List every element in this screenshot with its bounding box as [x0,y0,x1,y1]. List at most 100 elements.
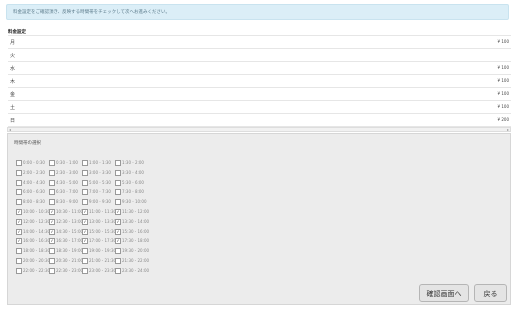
time-slot-item[interactable]: ✓ 17:00 - 17:30 [82,238,116,245]
time-slot-checkbox[interactable] [49,189,55,196]
time-slot-checkbox[interactable] [82,189,88,196]
time-slot-item[interactable]: ✓ 11:00 - 11:30 [82,208,116,215]
time-slot-checkbox[interactable]: ✓ [16,238,22,245]
time-slot-checkbox[interactable] [49,199,55,206]
time-slot-checkbox[interactable] [82,257,88,264]
time-slot-checkbox[interactable] [16,199,22,206]
time-slot-checkbox[interactable] [16,179,22,186]
time-slot-checkbox[interactable] [16,257,22,264]
time-slot-item[interactable]: 9:30 - 10:00 [115,199,148,206]
time-slot-item[interactable]: 19:00 - 19:30 [82,248,116,255]
time-slot-checkbox[interactable]: ✓ [115,228,121,235]
time-slot-item[interactable]: 18:00 - 18:30 [16,248,50,255]
time-slot-item[interactable]: ✓ 10:30 - 11:00 [49,208,83,215]
time-slot-checkbox[interactable] [16,169,22,176]
time-slot-checkbox[interactable] [49,169,55,176]
time-slot-item[interactable]: 1:30 - 2:00 [115,160,148,166]
time-slot-item[interactable]: 3:00 - 3:30 [82,169,115,176]
time-slot-item[interactable]: 0:00 - 0:30 [16,160,49,166]
time-slot-checkbox[interactable] [115,257,121,264]
time-slot-item[interactable]: 3:30 - 4:00 [115,169,148,176]
time-slot-item[interactable]: 7:00 - 7:30 [82,189,115,196]
time-slot-checkbox[interactable]: ✓ [82,238,88,245]
time-slot-item[interactable]: ✓ 15:30 - 16:00 [115,228,149,235]
time-slot-checkbox[interactable]: ✓ [16,208,22,215]
time-slot-item[interactable]: ✓ 16:30 - 17:00 [49,238,83,245]
time-slot-item[interactable]: 23:00 - 23:30 [82,267,116,274]
time-slot-item[interactable]: 20:30 - 21:00 [49,257,83,264]
time-slot-item[interactable]: 6:30 - 7:00 [49,189,82,196]
time-slot-item[interactable]: 4:30 - 5:00 [49,179,82,186]
time-slot-checkbox[interactable]: ✓ [49,238,55,245]
time-slot-item[interactable]: ✓ 13:30 - 14:00 [115,218,149,225]
time-slot-item[interactable]: ✓ 15:00 - 15:30 [82,228,116,235]
time-slot-item[interactable]: 21:00 - 21:30 [82,257,116,264]
time-slot-item[interactable]: 22:00 - 22:30 [16,267,50,274]
time-slot-checkbox[interactable] [82,160,88,166]
time-slot-checkbox[interactable] [49,179,55,186]
time-slot-checkbox[interactable]: ✓ [82,208,88,215]
time-slot-checkbox[interactable] [82,179,88,186]
time-slot-item[interactable]: ✓ 10:00 - 10:30 [16,208,50,215]
time-slot-checkbox[interactable] [82,248,88,255]
time-slot-checkbox[interactable] [16,248,22,255]
time-slot-checkbox[interactable]: ✓ [115,208,121,215]
time-slot-item[interactable]: ✓ 12:00 - 12:30 [16,218,50,225]
time-slot-item[interactable]: ✓ 17:30 - 18:00 [115,238,149,245]
time-slot-checkbox[interactable] [16,160,22,166]
time-slot-item[interactable]: 0:30 - 1:00 [49,160,82,166]
time-slot-item[interactable]: 18:30 - 19:00 [49,248,83,255]
time-slot-checkbox[interactable]: ✓ [49,228,55,235]
confirm-button[interactable]: 確認画面へ [419,284,469,302]
time-slot-checkbox[interactable] [115,248,121,255]
time-slot-checkbox[interactable]: ✓ [115,238,121,245]
time-slot-checkbox[interactable] [115,169,121,176]
scroll-left-icon[interactable]: ◂ [9,127,11,132]
time-slot-checkbox[interactable] [16,267,22,274]
time-slot-item[interactable]: 4:00 - 4:30 [16,179,49,186]
time-slot-item[interactable]: 7:30 - 8:00 [115,189,148,196]
time-slot-checkbox[interactable] [49,248,55,255]
time-slot-checkbox[interactable] [82,267,88,274]
time-slot-item[interactable]: 2:00 - 2:30 [16,169,49,176]
horizontal-scrollbar[interactable]: ◂ ▸ [7,127,511,132]
time-slot-checkbox[interactable] [82,169,88,176]
time-slot-item[interactable]: 1:00 - 1:30 [82,160,115,166]
time-slot-checkbox[interactable]: ✓ [16,228,22,235]
time-slot-item[interactable]: 5:30 - 6:00 [115,179,148,186]
time-slot-checkbox[interactable] [115,160,121,166]
time-slot-item[interactable]: 8:30 - 9:00 [49,199,82,206]
back-button[interactable]: 戻る [474,284,507,302]
time-slot-checkbox[interactable]: ✓ [115,218,121,225]
time-slot-item[interactable]: ✓ 11:30 - 12:00 [115,208,149,215]
time-slot-item[interactable]: 20:00 - 20:30 [16,257,50,264]
time-slot-item[interactable]: ✓ 14:00 - 14:30 [16,228,50,235]
time-slot-checkbox[interactable]: ✓ [49,208,55,215]
time-slot-checkbox[interactable] [82,199,88,206]
time-slot-item[interactable]: ✓ 13:00 - 13:30 [82,218,116,225]
time-slot-item[interactable]: ✓ 14:30 - 15:00 [49,228,83,235]
time-slot-item[interactable]: ✓ 12:30 - 13:00 [49,218,83,225]
time-slot-item[interactable]: 23:30 - 24:00 [115,267,149,274]
time-slot-item[interactable]: 22:30 - 23:00 [49,267,83,274]
time-slot-checkbox[interactable] [49,257,55,264]
time-slot-item[interactable]: 5:00 - 5:30 [82,179,115,186]
time-slot-item[interactable]: 6:00 - 6:30 [16,189,49,196]
time-slot-checkbox[interactable] [115,267,121,274]
time-slot-item[interactable]: 8:00 - 8:30 [16,199,49,206]
time-slot-checkbox[interactable] [49,160,55,166]
time-slot-checkbox[interactable] [115,199,121,206]
time-slot-item[interactable]: 9:00 - 9:30 [82,199,115,206]
time-slot-checkbox[interactable]: ✓ [16,218,22,225]
time-slot-checkbox[interactable] [49,267,55,274]
time-slot-checkbox[interactable] [16,189,22,196]
time-slot-checkbox[interactable] [115,189,121,196]
time-slot-checkbox[interactable]: ✓ [49,218,55,225]
time-slot-item[interactable]: 21:30 - 22:00 [115,257,149,264]
time-slot-checkbox[interactable]: ✓ [82,228,88,235]
time-slot-checkbox[interactable]: ✓ [82,218,88,225]
time-slot-item[interactable]: 19:30 - 20:00 [115,248,149,255]
time-slot-checkbox[interactable] [115,179,121,186]
time-slot-item[interactable]: 2:30 - 3:00 [49,169,82,176]
time-slot-item[interactable]: ✓ 16:00 - 16:30 [16,238,50,245]
